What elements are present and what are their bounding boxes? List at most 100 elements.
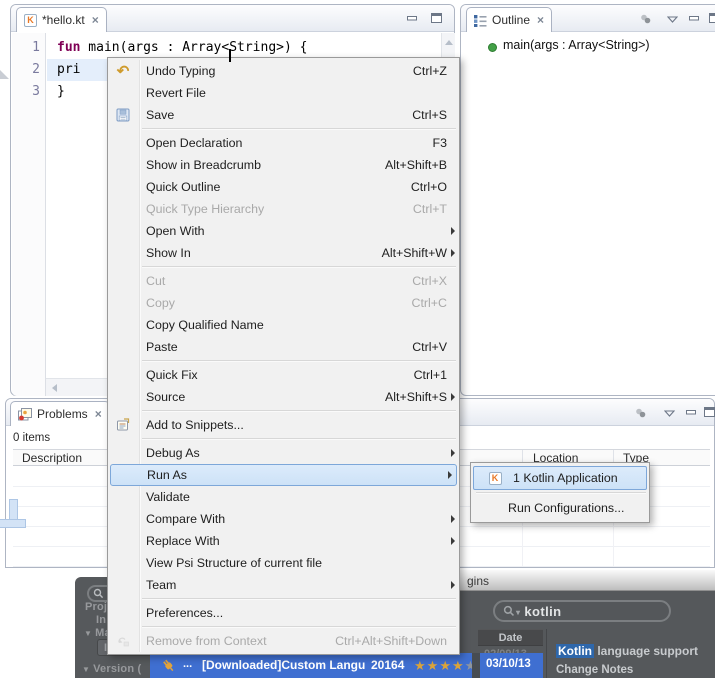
menu-item-run-as[interactable]: Run As bbox=[110, 464, 457, 486]
line-number: 2 bbox=[14, 59, 40, 81]
menu-item-shortcut: Alt+Shift+W bbox=[364, 246, 447, 260]
column-header-description[interactable]: Description bbox=[22, 451, 82, 465]
view-focus-icon[interactable] bbox=[639, 14, 652, 25]
date-column-header[interactable]: Date bbox=[478, 629, 543, 646]
submenu-arrow-icon bbox=[447, 227, 459, 235]
problems-icon bbox=[18, 408, 32, 421]
submenu-item-label: 1 Kotlin Application bbox=[506, 471, 618, 485]
menu-item-label: Compare With bbox=[138, 512, 225, 526]
star-icon: ★ bbox=[427, 658, 440, 673]
maximize-icon[interactable] bbox=[709, 13, 715, 23]
close-icon[interactable]: × bbox=[92, 14, 99, 26]
code-line-1: fun main(args : Array<String>) { bbox=[57, 37, 307, 59]
problems-tab[interactable]: Problems × bbox=[10, 401, 110, 426]
kotlin-icon: K bbox=[484, 472, 506, 485]
menu-item-label: Copy bbox=[138, 296, 175, 310]
selected-plugin-row[interactable]: ... [Downloaded]Custom Langu 20164 ★★★★★… bbox=[150, 653, 543, 678]
editor-tab-hello-kt[interactable]: K *hello.kt × bbox=[16, 7, 107, 32]
editor-context-menu: ↶Undo TypingCtrl+ZRevert FileSaveCtrl+S O… bbox=[107, 57, 460, 655]
menu-item-label: Show In bbox=[138, 246, 191, 260]
menu-item-team[interactable]: Team bbox=[108, 574, 459, 596]
outline-tab-title: Outline bbox=[492, 13, 530, 27]
menu-item-label: Debug As bbox=[138, 446, 200, 460]
plugin-rating-stars: ★★★★★ bbox=[414, 657, 477, 675]
plugin-row-date: 03/10/13 bbox=[486, 658, 531, 670]
submenu-item-1-kotlin-application[interactable]: K1 Kotlin Application bbox=[473, 466, 647, 490]
menu-item-shortcut: Ctrl+S bbox=[394, 108, 447, 122]
menu-item-copy-qualified-name[interactable]: Copy Qualified Name bbox=[108, 314, 459, 336]
menu-item-add-to-snippets[interactable]: Add to Snippets... bbox=[108, 414, 459, 436]
menu-item-save[interactable]: SaveCtrl+S bbox=[108, 104, 459, 126]
line-number: 3 bbox=[14, 81, 40, 103]
plugin-detail-title: Kotlin language support bbox=[556, 644, 698, 658]
menu-item-quick-fix[interactable]: Quick FixCtrl+1 bbox=[108, 364, 459, 386]
menu-item-revert-file[interactable]: Revert File bbox=[108, 82, 459, 104]
submenu-arrow-icon bbox=[447, 581, 459, 589]
minimize-icon[interactable] bbox=[407, 16, 417, 21]
plugin-row-downloads: 20164 bbox=[371, 658, 404, 672]
menu-item-shortcut: Ctrl+Z bbox=[395, 64, 447, 78]
menu-item-undo-typing[interactable]: ↶Undo TypingCtrl+Z bbox=[108, 60, 459, 82]
plugin-row-name: [Downloaded]Custom Langu bbox=[202, 658, 365, 672]
menu-item-compare-with[interactable]: Compare With bbox=[108, 508, 459, 530]
editor-tab-title: *hello.kt bbox=[42, 13, 85, 27]
run-as-submenu: K1 Kotlin Application Run Configurations.… bbox=[470, 462, 650, 523]
menu-item-open-declaration[interactable]: Open DeclarationF3 bbox=[108, 132, 459, 154]
line-number: 1 bbox=[14, 37, 40, 59]
menu-item-label: Preferences... bbox=[138, 606, 223, 620]
menu-item-shortcut: Ctrl+T bbox=[395, 202, 447, 216]
maximize-icon[interactable] bbox=[431, 13, 442, 23]
minimize-icon[interactable] bbox=[686, 410, 696, 415]
code-line-3: } bbox=[57, 81, 65, 103]
menu-item-copy: CopyCtrl+C bbox=[108, 292, 459, 314]
menu-item-shortcut: Alt+Shift+B bbox=[367, 158, 447, 172]
submenu-arrow-icon bbox=[447, 515, 459, 523]
view-focus-icon[interactable] bbox=[634, 408, 647, 419]
outline-item-main[interactable]: main(args : Array<String>) bbox=[503, 38, 650, 52]
minimize-icon[interactable] bbox=[689, 16, 699, 21]
menu-item-label: Team bbox=[138, 578, 176, 592]
divider bbox=[472, 653, 480, 678]
menu-separator bbox=[142, 598, 456, 600]
maximize-icon[interactable] bbox=[704, 407, 715, 417]
menu-item-shortcut: Ctrl+O bbox=[393, 180, 447, 194]
plugin-detail-section: Change Notes bbox=[556, 664, 633, 676]
menu-item-replace-with[interactable]: Replace With bbox=[108, 530, 459, 552]
tree-expand-icon: ▼ bbox=[84, 629, 92, 638]
close-icon[interactable]: × bbox=[537, 14, 544, 26]
menu-item-quick-outline[interactable]: Quick OutlineCtrl+O bbox=[108, 176, 459, 198]
line-number-gutter: 1 2 3 bbox=[12, 33, 46, 396]
kotlin-icon: K bbox=[24, 14, 37, 27]
plugin-row-prefix: ... bbox=[183, 658, 192, 670]
menu-item-show-in-breadcrumb[interactable]: Show in BreadcrumbAlt+Shift+B bbox=[108, 154, 459, 176]
view-menu-chevron-icon[interactable] bbox=[664, 410, 675, 417]
menu-item-shortcut: Alt+Shift+S bbox=[367, 390, 447, 404]
code-line-2: pri bbox=[57, 59, 80, 81]
menu-item-quick-type-hierarchy: Quick Type HierarchyCtrl+T bbox=[108, 198, 459, 220]
menu-item-debug-as[interactable]: Debug As bbox=[108, 442, 459, 464]
outline-tab[interactable]: Outline × bbox=[466, 7, 552, 32]
plugins-search-input[interactable]: ▾ kotlin bbox=[493, 600, 671, 622]
menu-item-view-psi-structure-of-current-file[interactable]: View Psi Structure of current file bbox=[108, 552, 459, 574]
outline-tabstrip: Outline × bbox=[461, 5, 715, 32]
plugin-icon bbox=[160, 657, 177, 674]
menu-separator bbox=[142, 626, 456, 628]
menu-item-source[interactable]: SourceAlt+Shift+S bbox=[108, 386, 459, 408]
menu-item-shortcut: Ctrl+V bbox=[394, 340, 447, 354]
submenu-item-run-configurations[interactable]: Run Configurations... bbox=[471, 496, 649, 520]
menu-item-validate[interactable]: Validate bbox=[108, 486, 459, 508]
problems-items-count: 0 items bbox=[13, 432, 50, 444]
menu-item-open-with[interactable]: Open With bbox=[108, 220, 459, 242]
search-options-caret-icon[interactable]: ▾ bbox=[516, 608, 520, 617]
view-menu-chevron-icon[interactable] bbox=[667, 16, 678, 23]
scroll-left-icon[interactable] bbox=[52, 384, 57, 392]
plugins-dialog-titlebar: gins bbox=[460, 570, 715, 591]
close-icon[interactable]: × bbox=[95, 408, 102, 420]
editor-tabstrip: K *hello.kt × bbox=[11, 5, 454, 32]
menu-item-label: Copy Qualified Name bbox=[138, 318, 264, 332]
menu-item-show-in[interactable]: Show In Alt+Shift+W bbox=[108, 242, 459, 264]
sash-glyph bbox=[0, 70, 9, 79]
menu-item-preferences[interactable]: Preferences... bbox=[108, 602, 459, 624]
menu-item-paste[interactable]: PasteCtrl+V bbox=[108, 336, 459, 358]
scroll-up-icon[interactable] bbox=[445, 40, 453, 45]
